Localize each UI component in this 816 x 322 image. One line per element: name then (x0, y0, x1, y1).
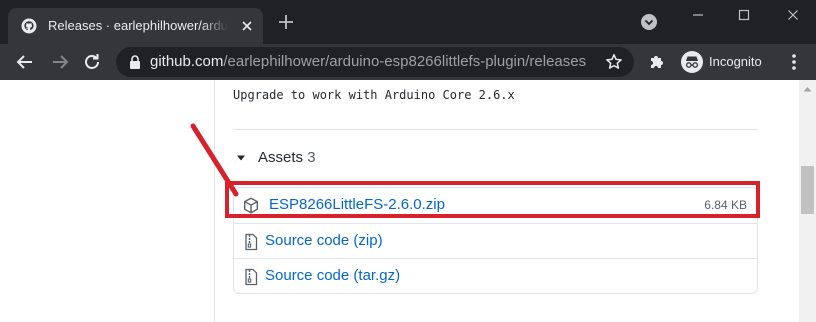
tab-strip: Releases · earlephilhower/arduino-esp826… (0, 0, 816, 44)
minimize-icon[interactable] (686, 7, 710, 23)
incognito-icon (681, 51, 703, 73)
close-tab-icon[interactable] (239, 18, 255, 34)
incognito-label: Incognito (709, 54, 762, 69)
maximize-icon[interactable] (732, 7, 756, 23)
caret-down-icon (237, 155, 245, 161)
lock-icon[interactable] (128, 54, 142, 70)
tab-search-icon[interactable] (640, 13, 658, 31)
source-code-format: (zip) (353, 232, 383, 249)
bookmark-star-icon[interactable] (605, 53, 623, 71)
file-zip-icon (245, 268, 258, 286)
assets-count: 3 (307, 149, 316, 166)
tab-title: Releases · earlephilhower/arduino-esp826… (48, 18, 228, 33)
address-bar[interactable]: github.com/earlephilhower/arduino-esp826… (116, 47, 634, 77)
more-menu-icon[interactable] (786, 52, 802, 72)
back-icon[interactable] (13, 50, 37, 74)
column-divider (214, 80, 215, 322)
forward-icon[interactable] (48, 50, 72, 74)
assets-heading: Assets 3 (258, 149, 316, 167)
file-zip-icon (245, 233, 258, 251)
new-tab-icon[interactable] (276, 12, 296, 32)
source-code-label: Source code (265, 267, 350, 284)
github-icon (21, 18, 37, 34)
scroll-up-arrow-icon[interactable] (803, 86, 812, 92)
scrollbar-thumb[interactable] (801, 166, 814, 214)
reload-icon[interactable] (80, 50, 104, 74)
url-path: /earlephilhower/arduino-esp8266littlefs-… (223, 53, 587, 70)
browser-tab[interactable]: Releases · earlephilhower/arduino-esp826… (8, 8, 263, 44)
highlight-annotation-box (225, 181, 760, 218)
source-code-format: (tar.gz) (353, 267, 401, 284)
url-text: github.com/earlephilhower/arduino-esp826… (150, 53, 586, 71)
source-code-tar-gz-link[interactable]: Source code (tar.gz) (265, 267, 400, 285)
extensions-puzzle-icon[interactable] (647, 52, 667, 72)
asset-row: Source code (zip) (234, 223, 757, 258)
section-divider (233, 129, 758, 130)
asset-row: Source code (tar.gz) (234, 258, 757, 293)
url-host: github.com (150, 53, 224, 70)
browser-toolbar: github.com/earlephilhower/arduino-esp826… (0, 44, 816, 80)
assets-label: Assets (258, 149, 304, 166)
source-code-label: Source code (265, 232, 350, 249)
page-scrollbar[interactable] (799, 80, 816, 322)
release-notes-line: Upgrade to work with Arduino Core 2.6.x (233, 88, 515, 102)
incognito-profile-button[interactable]: Incognito (676, 48, 772, 76)
close-window-icon[interactable] (781, 7, 805, 23)
source-code-zip-link[interactable]: Source code (zip) (265, 232, 383, 250)
